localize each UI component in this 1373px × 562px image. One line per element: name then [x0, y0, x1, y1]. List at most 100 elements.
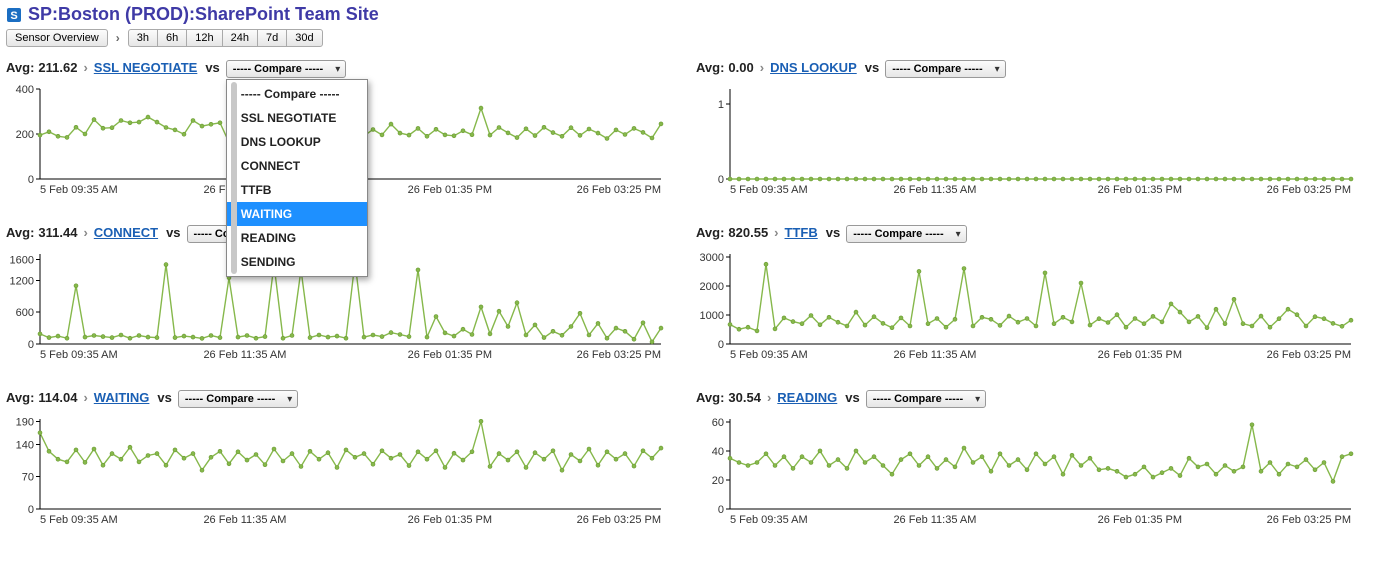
data-point — [524, 127, 528, 131]
range-30d-button[interactable]: 30d — [286, 29, 322, 47]
x-tick-label: 5 Feb 09:35 AM — [730, 184, 808, 196]
data-point — [1142, 177, 1146, 181]
chart-panel-reading: Avg: 30.54›READINGvs----- Compare -----0… — [696, 387, 1366, 538]
data-point — [746, 464, 750, 468]
data-point — [953, 177, 957, 181]
data-point — [755, 329, 759, 333]
range-7d-button[interactable]: 7d — [257, 29, 287, 47]
compare-option[interactable]: TTFB — [227, 178, 367, 202]
data-point — [737, 327, 741, 331]
compare-select[interactable]: ----- Compare ----- — [866, 390, 986, 408]
data-point — [962, 177, 966, 181]
compare-option[interactable]: CONNECT — [227, 154, 367, 178]
data-point — [560, 134, 564, 138]
metric-link[interactable]: TTFB — [785, 222, 818, 244]
data-point — [137, 120, 141, 124]
data-point — [596, 463, 600, 467]
data-point — [434, 449, 438, 453]
data-point — [773, 327, 777, 331]
data-point — [1151, 177, 1155, 181]
data-point — [182, 334, 186, 338]
data-point — [1178, 310, 1182, 314]
data-point — [596, 321, 600, 325]
data-point — [1259, 177, 1263, 181]
data-point — [146, 115, 150, 119]
data-point — [1349, 177, 1353, 181]
data-point — [515, 301, 519, 305]
compare-option[interactable]: READING — [227, 226, 367, 250]
data-point — [1025, 317, 1029, 321]
vs-label: vs — [861, 57, 881, 79]
data-point — [1268, 177, 1272, 181]
data-point — [1061, 177, 1065, 181]
metric-link[interactable]: READING — [777, 387, 837, 409]
compare-option[interactable]: ----- Compare ----- — [227, 82, 367, 106]
y-tick-label: 2000 — [700, 281, 724, 293]
data-point — [137, 334, 141, 338]
data-point — [998, 177, 1002, 181]
data-point — [746, 325, 750, 329]
data-point — [728, 177, 732, 181]
data-point — [659, 326, 663, 330]
range-3h-button[interactable]: 3h — [128, 29, 158, 47]
compare-select[interactable]: ----- Compare ----- — [178, 390, 298, 408]
data-point — [173, 128, 177, 132]
data-point — [773, 464, 777, 468]
y-tick-label: 0 — [28, 339, 34, 351]
compare-option[interactable]: SSL NEGOTIATE — [227, 106, 367, 130]
x-tick-label: 26 Feb 03:25 PM — [577, 349, 661, 361]
compare-select[interactable]: ----- Compare ----- — [885, 60, 1005, 78]
data-point — [1313, 468, 1317, 472]
avg-label: Avg: — [696, 387, 724, 409]
y-tick-label: 140 — [16, 439, 34, 451]
metric-link[interactable]: SSL NEGOTIATE — [94, 57, 198, 79]
range-6h-button[interactable]: 6h — [157, 29, 187, 47]
data-point — [1061, 315, 1065, 319]
data-point — [308, 336, 312, 340]
data-point — [1286, 177, 1290, 181]
data-point — [83, 132, 87, 136]
compare-option[interactable]: DNS LOOKUP — [227, 130, 367, 154]
metric-link[interactable]: DNS LOOKUP — [770, 57, 857, 79]
data-point — [1232, 177, 1236, 181]
vs-label: vs — [201, 57, 221, 79]
x-tick-label: 26 Feb 01:35 PM — [408, 514, 492, 526]
data-point — [791, 466, 795, 470]
data-point — [344, 448, 348, 452]
data-point — [551, 131, 555, 135]
panel-head: Avg: 114.04›WAITINGvs----- Compare ----- — [6, 387, 676, 409]
compare-select[interactable]: ----- Compare ----- — [846, 225, 966, 243]
compare-select[interactable]: ----- Compare ----- — [226, 60, 346, 78]
data-point — [1070, 177, 1074, 181]
avg-label: Avg: — [696, 222, 724, 244]
data-point — [836, 177, 840, 181]
data-point — [881, 321, 885, 325]
compare-option[interactable]: WAITING — [227, 202, 367, 226]
data-point — [1115, 177, 1119, 181]
avg-label: Avg: — [696, 57, 724, 79]
sensor-overview-button[interactable]: Sensor Overview — [6, 29, 108, 47]
data-point — [980, 315, 984, 319]
range-24h-button[interactable]: 24h — [222, 29, 258, 47]
data-point — [632, 464, 636, 468]
data-point — [110, 452, 114, 456]
compare-dropdown[interactable]: ----- Compare -----SSL NEGOTIATEDNS LOOK… — [226, 79, 368, 277]
data-point — [728, 456, 732, 460]
range-12h-button[interactable]: 12h — [186, 29, 222, 47]
chart-panel-ttfb: Avg: 820.55›TTFBvs----- Compare -----010… — [696, 222, 1366, 373]
data-point — [119, 333, 123, 337]
metric-link[interactable]: CONNECT — [94, 222, 158, 244]
data-point — [1079, 177, 1083, 181]
data-point — [101, 126, 105, 130]
series-line — [730, 425, 1351, 482]
data-point — [1160, 320, 1164, 324]
data-point — [1340, 455, 1344, 459]
data-point — [1205, 462, 1209, 466]
metric-link[interactable]: WAITING — [94, 387, 150, 409]
scrollbar[interactable] — [231, 82, 237, 274]
data-point — [56, 134, 60, 138]
data-point — [980, 455, 984, 459]
data-point — [953, 465, 957, 469]
compare-option[interactable]: SENDING — [227, 250, 367, 274]
chart-box: 015 Feb 09:35 AM26 Feb 11:35 AM26 Feb 01… — [696, 83, 1366, 208]
